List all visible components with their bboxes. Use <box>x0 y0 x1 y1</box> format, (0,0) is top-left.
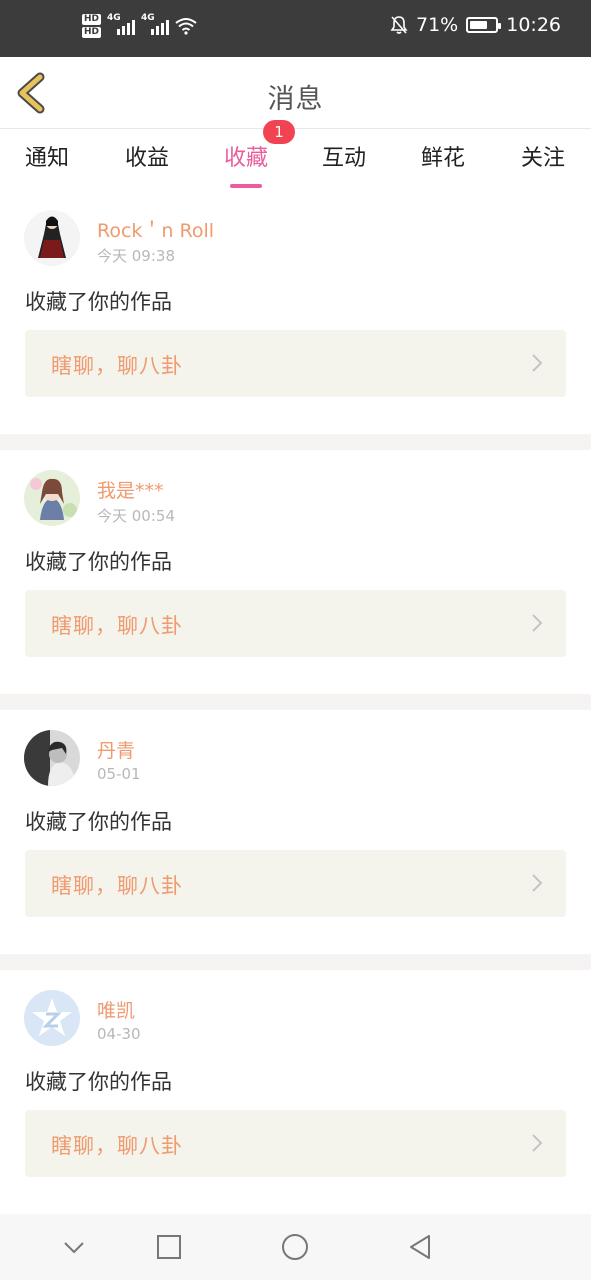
tab-label: 互动 <box>321 146 366 171</box>
signal-icon: 4G <box>141 13 170 35</box>
status-left: HD HD 4G 4G <box>82 13 197 38</box>
status-right: 71% 10:26 <box>390 14 561 36</box>
list-item: 我是*** 今天 00:54 收藏了你的作品 瞎聊，聊八卦 <box>0 450 591 694</box>
message-time: 04-30 <box>97 1025 141 1043</box>
page-title: 消息 <box>267 84 324 115</box>
battery-icon <box>466 17 502 33</box>
tab-bar: 通知 收益 收藏 互动 鲜花 关注 <box>0 130 591 188</box>
collapse-chevron-icon[interactable] <box>59 1232 89 1262</box>
network-type: 4G <box>141 13 155 23</box>
battery-percent: 71% <box>416 14 459 36</box>
hd-label: HD <box>82 14 102 25</box>
message-time: 今天 09:38 <box>97 247 175 265</box>
clock: 10:26 <box>506 14 561 36</box>
action-text: 收藏了你的作品 <box>25 1070 172 1094</box>
mute-bell-icon <box>390 16 408 34</box>
user-name[interactable]: 丹青 <box>97 736 135 763</box>
separator <box>0 954 591 970</box>
back-triangle-icon[interactable] <box>405 1232 435 1262</box>
list-item: Rock＇n Roll 今天 09:38 收藏了你的作品 瞎聊，聊八卦 <box>0 190 591 434</box>
avatar[interactable] <box>24 210 80 266</box>
separator <box>0 694 591 710</box>
chevron-right-icon <box>532 1134 543 1152</box>
tab-label: 关注 <box>520 146 565 171</box>
tab-label: 鲜花 <box>420 146 465 171</box>
status-bar: HD HD 4G 4G 71% 10:26 <box>0 0 591 57</box>
chevron-right-icon <box>532 614 543 632</box>
tab-label: 通知 <box>24 146 69 171</box>
active-tab-indicator <box>230 184 262 188</box>
tab-flowers[interactable]: 鲜花 <box>403 140 483 172</box>
home-circle-icon[interactable] <box>280 1232 310 1262</box>
chevron-right-icon <box>532 874 543 892</box>
app-header: 消息 <box>0 57 591 129</box>
work-title: 瞎聊，聊八卦 <box>51 874 183 898</box>
tab-label: 收藏 <box>223 146 268 171</box>
avatar[interactable] <box>24 730 80 786</box>
work-title: 瞎聊，聊八卦 <box>51 1134 183 1158</box>
user-name[interactable]: 我是*** <box>97 476 164 503</box>
avatar[interactable] <box>24 990 80 1046</box>
work-link[interactable]: 瞎聊，聊八卦 <box>25 330 566 397</box>
action-text: 收藏了你的作品 <box>25 290 172 314</box>
tab-notice[interactable]: 通知 <box>7 140 87 172</box>
action-text: 收藏了你的作品 <box>25 550 172 574</box>
chevron-right-icon <box>532 354 543 372</box>
unread-badge: 1 <box>263 120 295 144</box>
recents-square-icon[interactable] <box>154 1232 184 1262</box>
tab-favorites[interactable]: 收藏 <box>206 140 286 188</box>
separator <box>0 434 591 450</box>
hd-label: HD <box>82 27 102 38</box>
message-time: 05-01 <box>97 765 141 783</box>
action-text: 收藏了你的作品 <box>25 810 172 834</box>
message-list: Rock＇n Roll 今天 09:38 收藏了你的作品 瞎聊，聊八卦 我是**… <box>0 190 591 1280</box>
tab-earnings[interactable]: 收益 <box>107 140 187 172</box>
battery-fill <box>470 21 488 29</box>
message-time: 今天 00:54 <box>97 507 175 525</box>
tab-label: 收益 <box>124 146 169 171</box>
user-name[interactable]: Rock＇n Roll <box>97 216 214 243</box>
hd-icon: HD HD <box>82 14 102 38</box>
system-nav-bar <box>0 1214 591 1280</box>
network-type: 4G <box>107 13 121 23</box>
tab-follow[interactable]: 关注 <box>503 140 583 172</box>
wifi-icon <box>175 18 197 35</box>
work-link[interactable]: 瞎聊，聊八卦 <box>25 1110 566 1177</box>
work-title: 瞎聊，聊八卦 <box>51 614 183 638</box>
signal-icon: 4G <box>107 13 136 35</box>
work-link[interactable]: 瞎聊，聊八卦 <box>25 590 566 657</box>
work-title: 瞎聊，聊八卦 <box>51 354 183 378</box>
user-name[interactable]: 唯凯 <box>97 996 135 1023</box>
list-item: 唯凯 04-30 收藏了你的作品 瞎聊，聊八卦 <box>0 970 591 1214</box>
work-link[interactable]: 瞎聊，聊八卦 <box>25 850 566 917</box>
tab-interaction[interactable]: 互动 <box>304 140 384 172</box>
list-item: 丹青 05-01 收藏了你的作品 瞎聊，聊八卦 <box>0 710 591 954</box>
avatar[interactable] <box>24 470 80 526</box>
